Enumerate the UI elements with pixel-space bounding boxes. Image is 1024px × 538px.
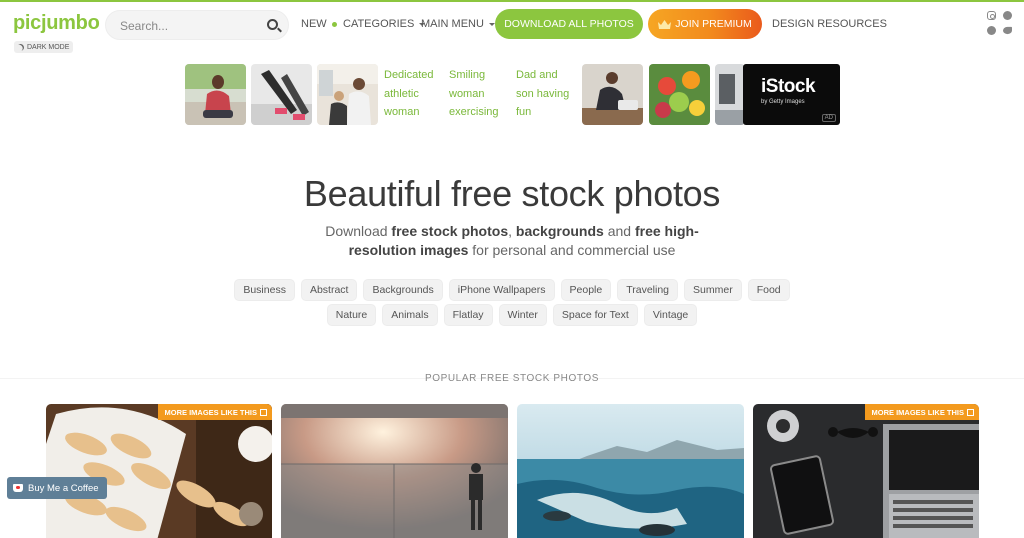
hero-sub-bold: free stock photos bbox=[391, 223, 509, 239]
ad-caption[interactable]: Dad and son having fun outdoors. bbox=[516, 66, 576, 125]
photo-card-desk-laptop[interactable]: MORE IMAGES LIKE THIS bbox=[753, 404, 979, 538]
search-box bbox=[105, 10, 289, 40]
site-logo[interactable]: picjumbo bbox=[13, 12, 100, 35]
search-icon[interactable] bbox=[267, 19, 278, 30]
facebook-icon[interactable] bbox=[1003, 11, 1012, 20]
hero-sub-text: and bbox=[603, 223, 635, 239]
ad-label: AD bbox=[821, 114, 836, 122]
nav-categories[interactable]: CATEGORIES bbox=[343, 18, 426, 30]
site-header: picjumbo DARK MODE NEW CATEGORIES MAIN M… bbox=[0, 2, 1024, 58]
tag-winter[interactable]: Winter bbox=[498, 304, 547, 326]
tag-iphone-wallpapers[interactable]: iPhone Wallpapers bbox=[448, 279, 555, 301]
tag-traveling[interactable]: Traveling bbox=[617, 279, 679, 301]
more-images-badge[interactable]: MORE IMAGES LIKE THIS bbox=[865, 404, 979, 420]
more-images-label: MORE IMAGES LIKE THIS bbox=[871, 407, 964, 417]
nav-new-label: NEW bbox=[301, 18, 327, 30]
twitter-icon[interactable] bbox=[1003, 26, 1012, 35]
tag-summer[interactable]: Summer bbox=[684, 279, 742, 301]
tag-space-for-text[interactable]: Space for Text bbox=[552, 304, 638, 326]
dark-mode-toggle[interactable]: DARK MODE bbox=[14, 41, 74, 53]
photo-ocean-waves bbox=[517, 404, 744, 538]
category-tags-row-1: Business Abstract Backgrounds iPhone Wal… bbox=[0, 279, 1024, 301]
ad-thumbnail[interactable] bbox=[715, 64, 745, 125]
tag-nature[interactable]: Nature bbox=[326, 304, 377, 326]
ad-thumbnail[interactable] bbox=[649, 64, 710, 125]
tag-abstract[interactable]: Abstract bbox=[300, 279, 358, 301]
nav-design-resources[interactable]: DESIGN RESOURCES bbox=[772, 18, 887, 30]
photo-card-concrete-wall[interactable] bbox=[281, 404, 508, 538]
search-input[interactable] bbox=[120, 17, 260, 35]
more-images-badge[interactable]: MORE IMAGES LIKE THIS bbox=[158, 404, 272, 420]
nav-main-menu-label: MAIN MENU bbox=[421, 18, 484, 30]
nav-new[interactable]: NEW bbox=[301, 18, 337, 30]
ad-caption[interactable]: Dedicated athletic woman bbox=[384, 66, 444, 125]
nav-main-menu[interactable]: MAIN MENU bbox=[421, 18, 495, 30]
hero-sub-text: Download bbox=[325, 223, 392, 239]
photo-pastries bbox=[46, 404, 272, 538]
hero-subtitle: Download free stock photos, backgrounds … bbox=[300, 222, 724, 260]
more-images-label: MORE IMAGES LIKE THIS bbox=[164, 407, 257, 417]
crown-icon bbox=[658, 19, 672, 29]
ad-thumbnail[interactable] bbox=[582, 64, 643, 125]
instagram-icon[interactable] bbox=[987, 11, 996, 20]
istock-ad[interactable]: iStock by Getty Images AD bbox=[743, 64, 840, 125]
join-premium-label: JOIN PREMIUM bbox=[675, 18, 752, 30]
tag-animals[interactable]: Animals bbox=[382, 304, 438, 326]
social-links bbox=[987, 11, 1015, 35]
external-link-icon bbox=[967, 408, 974, 416]
hero-sub-bold: backgrounds bbox=[515, 223, 604, 239]
coffee-cup-icon bbox=[13, 484, 23, 492]
ad-caption[interactable]: Smiling woman exercising at home bbox=[449, 66, 509, 125]
photo-desk-laptop bbox=[753, 404, 979, 538]
hero-sub-text: for personal and commercial use bbox=[468, 242, 676, 258]
join-premium-button[interactable]: JOIN PREMIUM bbox=[648, 9, 762, 39]
page-title: Beautiful free stock photos bbox=[303, 173, 721, 214]
photo-card-pastries[interactable]: MORE IMAGES LIKE THIS bbox=[46, 404, 272, 538]
ad-thumbnail[interactable] bbox=[251, 64, 312, 125]
pinterest-icon[interactable] bbox=[987, 26, 996, 35]
download-all-button[interactable]: DOWNLOAD ALL PHOTOS bbox=[495, 9, 643, 39]
tag-flatlay[interactable]: Flatlay bbox=[443, 304, 493, 326]
tag-people[interactable]: People bbox=[560, 279, 612, 301]
nav-categories-label: CATEGORIES bbox=[343, 18, 415, 30]
tag-vintage[interactable]: Vintage bbox=[643, 304, 698, 326]
moon-icon bbox=[16, 42, 26, 52]
istock-tagline: by Getty Images bbox=[761, 99, 805, 105]
buy-me-a-coffee-button[interactable]: Buy Me a Coffee bbox=[7, 477, 107, 499]
ad-thumbnail[interactable] bbox=[317, 64, 378, 125]
photo-concrete-wall bbox=[281, 404, 508, 538]
popular-section-title: POPULAR FREE STOCK PHOTOS bbox=[424, 373, 600, 384]
new-indicator-dot bbox=[331, 21, 337, 27]
buy-me-a-coffee-label: Buy Me a Coffee bbox=[28, 482, 99, 494]
external-link-icon bbox=[260, 408, 267, 416]
tag-food[interactable]: Food bbox=[747, 279, 790, 301]
ad-thumbnail[interactable] bbox=[185, 64, 246, 125]
istock-logo: iStock bbox=[761, 76, 816, 97]
tag-business[interactable]: Business bbox=[234, 279, 295, 301]
category-tags-row-2: Nature Animals Flatlay Winter Space for … bbox=[0, 304, 1024, 326]
hero-sub-text: , bbox=[508, 223, 516, 239]
tag-backgrounds[interactable]: Backgrounds bbox=[363, 279, 443, 301]
dark-mode-label: DARK MODE bbox=[27, 43, 70, 51]
photo-card-ocean-waves[interactable] bbox=[517, 404, 744, 538]
